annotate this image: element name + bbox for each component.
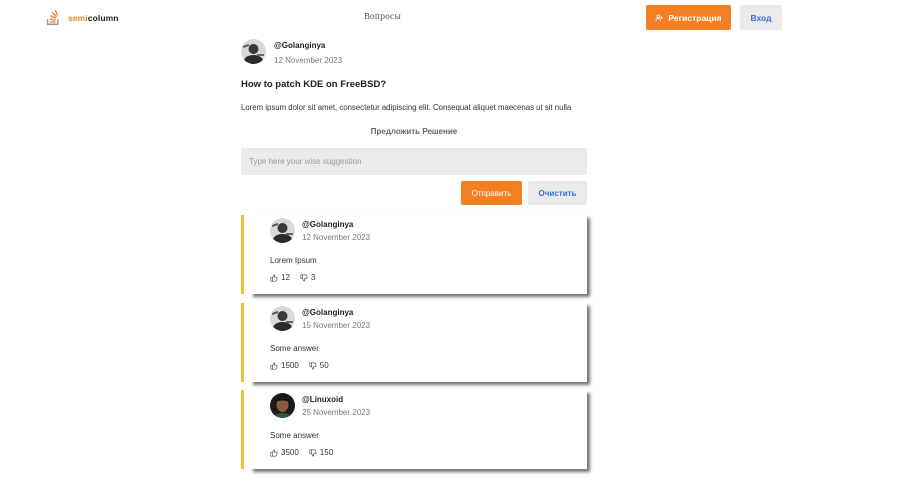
thumbs-up-icon [270,448,278,457]
answer-card-body: @Golanginya 12 November 2023 Lorem Ipsum… [250,215,587,294]
answer-card: @Golanginya 15 November 2023 Some answer… [241,303,587,382]
clear-button[interactable]: Очистить [528,181,587,205]
logo-text-column: column [87,12,119,23]
avatar-golanginya-icon [270,306,295,331]
thumbs-down-icon [309,448,317,457]
dislike-count: 3 [310,273,316,282]
site-logo[interactable]: semicolumn [45,9,119,26]
thumbs-up-icon [270,361,278,370]
like-count: 12 [281,273,290,282]
login-button[interactable]: Вход [740,5,782,30]
answer-card: @Golanginya 12 November 2023 Lorem Ipsum… [241,215,587,294]
answer-card-body: @Linuxoid 25 November 2023 Some answer 3… [250,390,587,469]
answer-votes: 12 3 [270,273,325,282]
like-button[interactable]: 12 [270,273,290,282]
dislike-count: 150 [319,448,334,457]
avatar[interactable] [270,306,295,331]
send-button[interactable]: Отправить [461,181,522,205]
dislike-count: 50 [319,361,329,370]
logo-text: semicolumn [68,13,119,23]
dislike-button[interactable]: 150 [309,448,333,457]
like-count: 3500 [281,448,299,457]
thumbs-up-icon [270,273,278,282]
like-count: 1500 [281,361,299,370]
like-button[interactable]: 3500 [270,448,299,457]
question-body: Lorem ipsum dolor sit amet, consectetur … [241,103,572,112]
user-plus-icon [655,14,664,21]
thumbs-down-icon [309,361,317,370]
dislike-button[interactable]: 50 [309,361,329,370]
answer-card: @Linuxoid 25 November 2023 Some answer 3… [241,390,587,469]
thumbs-down-icon [300,273,308,282]
answer-author[interactable]: @Golanginya [302,220,353,229]
answer-card-body: @Golanginya 15 November 2023 Some answer… [250,303,587,382]
avatar[interactable] [270,218,295,243]
question-date: 12 November 2023 [274,56,343,65]
answer-body: Some answer [270,431,319,440]
answer-body: Some answer [270,344,319,353]
answer-body: Lorem Ipsum [270,256,317,265]
register-button[interactable]: Регистрация [646,5,731,30]
nav-questions-link[interactable]: Вопросы [364,12,401,21]
answer-author[interactable]: @Linuxoid [302,395,343,404]
answer-date: 12 November 2023 [302,233,371,242]
answer-votes: 3500 150 [270,448,343,457]
avatar-linuxoid-icon [270,393,295,418]
answer-author[interactable]: @Golanginya [302,308,353,317]
answer-date: 25 November 2023 [302,408,371,417]
like-button[interactable]: 1500 [270,361,299,370]
avatar[interactable] [270,393,295,418]
answer-date: 15 November 2023 [302,321,371,330]
top-navbar: semicolumn Вопросы Регистрация Вход [0,0,900,36]
answer-votes: 1500 50 [270,361,339,370]
register-button-label: Регистрация [668,12,722,23]
logo-text-semi: semi [68,12,88,23]
stack-logo-icon [46,9,59,26]
avatar-golanginya-icon [241,39,266,64]
suggestion-input[interactable] [241,148,587,175]
dislike-button[interactable]: 3 [300,273,315,282]
suggestion-heading: Предложить Решение [370,127,458,136]
avatar[interactable] [241,39,266,64]
question-title: How to patch KDE on FreeBSD? [241,79,387,90]
avatar-golanginya-icon [270,218,295,243]
question-author[interactable]: @Golanginya [274,41,325,50]
